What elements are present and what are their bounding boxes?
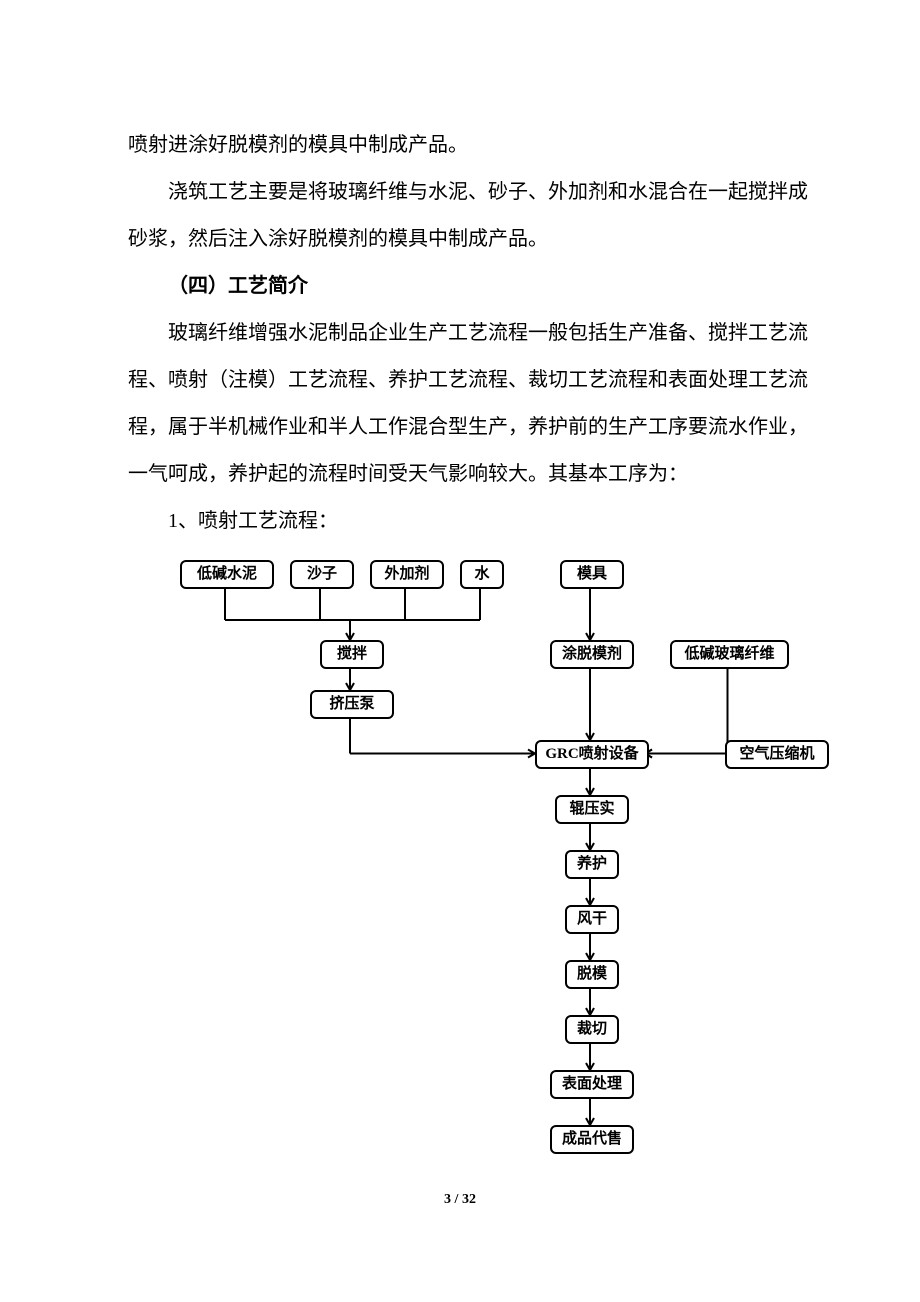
page-total: 32 (462, 1192, 476, 1207)
section-heading: （四）工艺简介 (128, 263, 808, 310)
flowchart-spray-process: 低碱水泥沙子外加剂水 模具搅拌 涂脱模剂 低碱玻璃纤维挤压泵 GRC喷射设备 空气压缩机辊… (170, 560, 870, 1180)
flow-node-dry: 风干 (565, 905, 619, 934)
flow-node-grc: GRC喷射设备 (535, 740, 649, 769)
flow-node-cement: 低碱水泥 (180, 560, 274, 589)
flow-node-cure: 养护 (565, 850, 619, 879)
flow-node-roll: 辊压实 (555, 795, 629, 824)
flow-node-mix: 搅拌 (320, 640, 384, 669)
flow-node-release: 涂脱模剂 (550, 640, 634, 669)
flow-node-additive: 外加剂 (370, 560, 444, 589)
paragraph: 玻璃纤维增强水泥制品企业生产工艺流程一般包括生产准备、搅拌工艺流程、喷射（注模）… (128, 310, 808, 498)
paragraph: 浇筑工艺主要是将玻璃纤维与水泥、砂子、外加剂和水混合在一起搅拌成砂浆，然后注入涂… (128, 169, 808, 263)
flow-node-fiber: 低碱玻璃纤维 (670, 640, 789, 669)
flow-node-sand: 沙子 (290, 560, 354, 589)
page-current: 3 (444, 1192, 451, 1207)
flow-node-surface: 表面处理 (550, 1070, 634, 1099)
flow-node-product: 成品代售 (550, 1125, 634, 1154)
flow-node-air: 空气压缩机 (725, 740, 829, 769)
flow-node-water: 水 (460, 560, 504, 589)
flow-node-demold: 脱模 (565, 960, 619, 989)
paragraph: 1、喷射工艺流程： (128, 498, 808, 545)
flow-node-pump: 挤压泵 (310, 690, 394, 719)
flow-node-cut: 裁切 (565, 1015, 619, 1044)
page-number: 3 / 32 (0, 1192, 920, 1208)
paragraph: 喷射进涂好脱模剂的模具中制成产品。 (128, 122, 808, 169)
document-body: 喷射进涂好脱模剂的模具中制成产品。 浇筑工艺主要是将玻璃纤维与水泥、砂子、外加剂… (128, 122, 808, 545)
flow-node-mold: 模具 (560, 560, 624, 589)
